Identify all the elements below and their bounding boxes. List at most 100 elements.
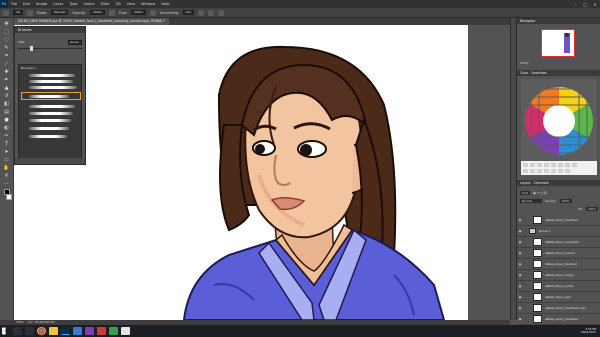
status-doc-info[interactable]: Doc: 38.9M/264.3M <box>28 320 55 324</box>
menu-type[interactable]: Type <box>66 2 80 6</box>
brush-settings-icon[interactable] <box>26 9 33 16</box>
symmetry-icon[interactable] <box>218 9 225 16</box>
app-taskbar-icon[interactable] <box>97 327 106 335</box>
document-tab[interactable]: ZSU83_NEW DINNER.psd @ 250% (debbie_face… <box>14 18 170 25</box>
marquee-tool-icon[interactable]: ⬚ <box>3 29 10 35</box>
brush-stroke-preview[interactable] <box>29 74 75 77</box>
tab-layers[interactable]: Layers <box>520 181 531 185</box>
status-zoom[interactable]: 250% <box>16 320 24 324</box>
file-explorer-icon[interactable] <box>49 327 58 335</box>
brush-preset-picker[interactable]: 44 <box>13 10 23 15</box>
windows-start-icon[interactable] <box>2 327 6 335</box>
menu-image[interactable]: Image <box>33 2 50 6</box>
pressure-opacity-icon[interactable] <box>108 9 115 16</box>
brush-stroke-preview[interactable] <box>29 95 69 98</box>
layers-filter-kind[interactable]: Kind <box>520 191 531 195</box>
visibility-eye-icon[interactable]: ◉ <box>517 317 523 321</box>
menu-help[interactable]: Help <box>158 2 172 6</box>
layer-row[interactable]: ◉ debbie_face_f_breathed <box>517 215 600 226</box>
layer-group-row[interactable]: ◉ Group 1 <box>517 226 600 237</box>
layer-row[interactable]: ◉ debbie_face_f_smile <box>517 281 600 292</box>
eyedropper-tool-icon[interactable]: ⟋ <box>3 61 10 67</box>
canvas-area[interactable] <box>14 25 510 320</box>
layer-fill-field[interactable]: 100% <box>586 207 598 211</box>
visibility-eye-icon[interactable]: ◉ <box>517 295 523 299</box>
brush-stroke-preview[interactable] <box>29 105 75 108</box>
more-tools-icon[interactable]: ⋯ <box>3 181 10 187</box>
minimize-button[interactable]: – <box>570 2 580 7</box>
layer-row[interactable]: ◉ debbie_face_f_angry <box>517 270 600 281</box>
brush-stroke-preview[interactable] <box>29 127 69 130</box>
visibility-eye-icon[interactable]: ◉ <box>517 306 523 310</box>
navigator-panel-title[interactable]: Navigator <box>517 18 600 24</box>
flow-field[interactable]: 100% <box>131 10 146 15</box>
history-brush-tool-icon[interactable]: ↺ <box>3 93 10 99</box>
layer-opacity-field[interactable]: 100% <box>559 199 572 203</box>
maximize-button[interactable]: □ <box>580 2 590 7</box>
visibility-eye-icon[interactable]: ◉ <box>517 262 523 266</box>
crop-tool-icon[interactable]: ⌗ <box>3 53 10 59</box>
layer-row[interactable]: ◉ debbie_face_f_surprised <box>517 237 600 248</box>
visibility-eye-icon[interactable]: ◉ <box>517 229 523 233</box>
background-color-swatch[interactable] <box>5 194 12 200</box>
blur-tool-icon[interactable]: ● <box>3 117 10 123</box>
menu-layer[interactable]: Layer <box>50 2 66 6</box>
taskbar-clock[interactable]: 3:56 PM 20/01/2021 <box>581 328 600 335</box>
menu-file[interactable]: File <box>8 2 20 6</box>
photoshop-taskbar-icon[interactable] <box>61 327 70 335</box>
brush-tool-icon[interactable]: ✒ <box>3 77 10 83</box>
pressure-size-icon[interactable] <box>208 9 215 16</box>
visibility-eye-icon[interactable]: ◉ <box>517 240 523 244</box>
layer-row[interactable]: ◉ debbie_face_f_blushed <box>517 259 600 270</box>
visibility-eye-icon[interactable]: ◉ <box>517 273 523 277</box>
search-icon[interactable] <box>13 327 22 335</box>
visibility-eye-icon[interactable]: ◉ <box>517 284 523 288</box>
brushes-panel-title[interactable]: Brushes <box>15 27 85 33</box>
smoothing-settings-icon[interactable] <box>198 9 205 16</box>
brush-stroke-preview[interactable] <box>29 135 67 138</box>
visibility-eye-icon[interactable]: ◉ <box>517 251 523 255</box>
opacity-field[interactable]: 100% <box>90 10 105 15</box>
chrome-icon[interactable] <box>37 327 46 335</box>
task-view-icon[interactable] <box>25 327 34 335</box>
menu-edit[interactable]: Edit <box>20 2 33 6</box>
navigator-zoom-value[interactable]: 250% <box>520 61 529 65</box>
app-taskbar-icon[interactable] <box>85 327 94 335</box>
brush-stroke-preview[interactable] <box>29 112 73 115</box>
clone-stamp-tool-icon[interactable]: ▲ <box>3 85 10 91</box>
brush-tool-preset-icon[interactable] <box>3 9 9 16</box>
brush-size-slider[interactable] <box>18 46 82 51</box>
move-tool-icon[interactable]: ✥ <box>3 21 10 27</box>
menu-filter[interactable]: Filter <box>98 2 113 6</box>
dodge-tool-icon[interactable]: ◐ <box>3 125 10 131</box>
color-wheel-panel[interactable] <box>521 79 597 175</box>
layer-row[interactable]: ◉ debbie_face_f_breathed copy <box>517 303 600 314</box>
brush-group-label[interactable]: Brushes 1 <box>21 66 36 70</box>
tab-color[interactable]: Color <box>520 71 528 75</box>
brush-stroke-preview[interactable] <box>29 119 71 122</box>
layer-blend-mode[interactable]: Normal <box>520 199 542 203</box>
eraser-tool-icon[interactable]: ◧ <box>3 101 10 107</box>
pen-tool-icon[interactable]: ✑ <box>3 133 10 139</box>
hand-tool-icon[interactable]: ✋ <box>3 165 10 171</box>
visibility-eye-icon[interactable]: ◉ <box>517 218 523 222</box>
menu-select[interactable]: Select <box>81 2 98 6</box>
tab-channels[interactable]: Channels <box>534 181 549 185</box>
menu-3d[interactable]: 3D <box>113 2 124 6</box>
tab-swatches[interactable]: Swatches <box>531 71 546 75</box>
shape-tool-icon[interactable]: ▭ <box>3 157 10 163</box>
brush-size-slider-knob[interactable] <box>30 46 33 51</box>
healing-tool-icon[interactable]: ✚ <box>3 69 10 75</box>
app-taskbar-icon[interactable] <box>73 327 82 335</box>
mode-select[interactable]: Normal <box>51 10 69 15</box>
brush-stroke-preview[interactable] <box>29 80 73 83</box>
brush-stroke-preview[interactable] <box>29 86 77 89</box>
menu-window[interactable]: Window <box>138 2 158 6</box>
airbrush-icon[interactable] <box>149 9 156 16</box>
navigator-thumbnail[interactable] <box>541 29 575 57</box>
smoothing-field[interactable]: 0% <box>183 10 195 15</box>
close-button[interactable]: ✕ <box>590 2 600 7</box>
menu-view[interactable]: View <box>124 2 139 6</box>
quick-select-tool-icon[interactable]: ✎ <box>3 45 10 51</box>
app-taskbar-icon[interactable] <box>121 327 130 335</box>
